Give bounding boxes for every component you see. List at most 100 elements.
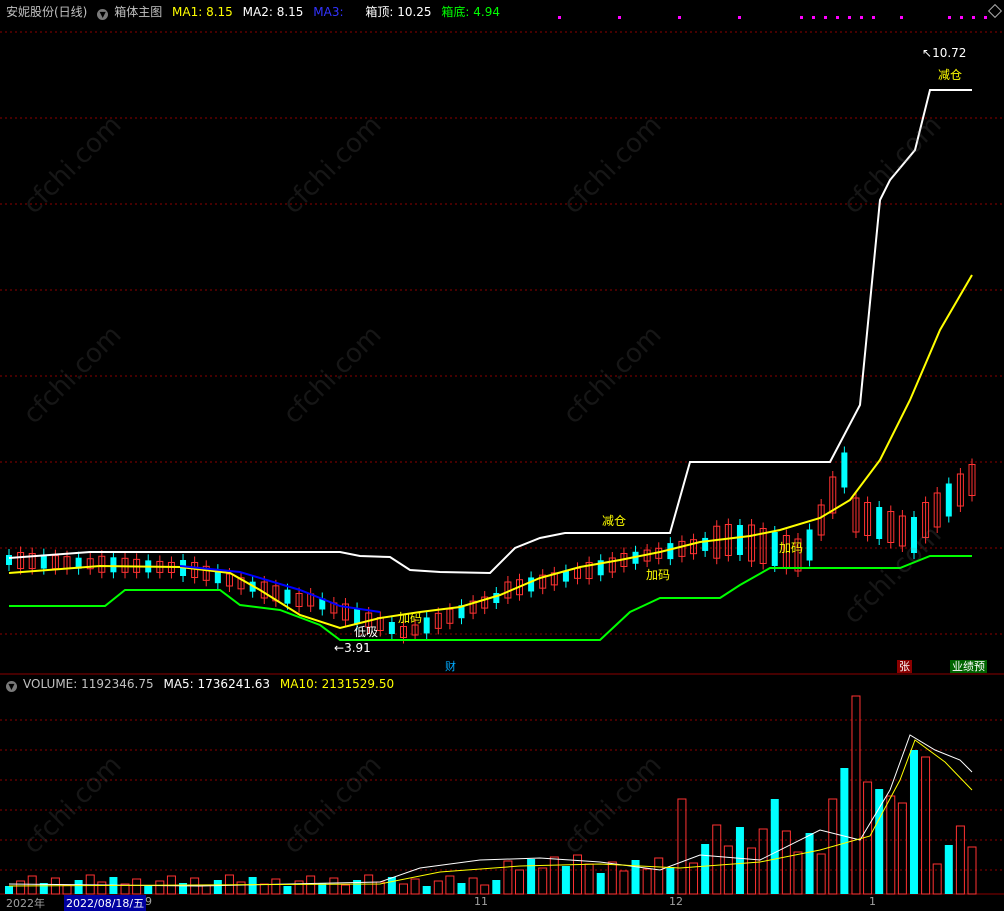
volume-bar xyxy=(340,884,350,895)
volume-bar xyxy=(770,799,779,894)
kline-chart[interactable] xyxy=(0,0,1004,907)
volume-bar xyxy=(410,878,420,895)
volume-bar xyxy=(27,875,37,895)
volume-bar xyxy=(932,863,942,895)
signal-marker xyxy=(972,16,975,19)
candle-body xyxy=(806,529,813,561)
volume-bar xyxy=(909,750,918,894)
earnings-forecast-tag[interactable]: 业绩预 xyxy=(950,660,987,673)
candle-body xyxy=(667,543,674,560)
volume-bar xyxy=(468,877,478,895)
volume-bar xyxy=(549,856,559,895)
reduce-label-mid: 减仓 xyxy=(602,514,627,528)
signal-marker xyxy=(960,16,963,19)
volume-bar xyxy=(840,768,849,894)
signal-marker xyxy=(800,16,803,19)
candle-body xyxy=(945,483,952,517)
candle-body xyxy=(771,532,778,566)
candle-body xyxy=(528,577,535,592)
volume-bar xyxy=(712,824,722,895)
volume-bar xyxy=(875,789,884,894)
signal-marker xyxy=(558,16,561,19)
volume-bar xyxy=(747,847,757,895)
volume-bar xyxy=(701,844,710,894)
candle-body xyxy=(284,589,291,604)
volume-bar xyxy=(944,845,953,894)
volume-bar xyxy=(213,880,222,894)
candle-body xyxy=(354,608,361,624)
volume-bar xyxy=(897,802,907,895)
signal-marker xyxy=(618,16,621,19)
high-price-label: ↖10.72 xyxy=(922,46,967,60)
volume-ma10-line xyxy=(8,739,973,887)
box-bottom-label: 箱底: 4.94 xyxy=(441,5,500,19)
volume-bar xyxy=(631,860,640,894)
signal-marker xyxy=(872,16,875,19)
box-top-label: 箱顶: 10.25 xyxy=(365,5,432,19)
axis-month-9: 9 xyxy=(145,895,152,908)
volume-bar xyxy=(259,883,269,895)
add-label-2: 加码 xyxy=(646,568,671,582)
volume-bar xyxy=(97,881,107,895)
volume-bar xyxy=(503,860,513,895)
volume-bar xyxy=(387,877,396,894)
candle-body xyxy=(40,554,47,569)
signal-marker xyxy=(948,16,951,19)
volume-bar xyxy=(816,853,826,895)
volume-bar xyxy=(433,880,443,895)
candle-body xyxy=(388,622,395,634)
volume-bar xyxy=(921,756,931,895)
signal-marker xyxy=(738,16,741,19)
signal-marker xyxy=(848,16,851,19)
cursor-date-label: 2022/08/18/五 xyxy=(64,895,147,911)
volume-bar xyxy=(480,884,490,895)
volume-dropdown-icon[interactable]: ▼ xyxy=(6,681,17,692)
volume-bar xyxy=(294,880,304,895)
add-label-1: 加码 xyxy=(398,611,423,625)
volume-bar xyxy=(398,883,408,895)
volume-bar xyxy=(283,886,292,894)
main-panel-header: 安妮股份(日线) ▼ 箱体主图 MA1: 8.15 MA2: 8.15 MA3: … xyxy=(6,3,506,20)
volume-bar xyxy=(155,880,165,895)
candle-body xyxy=(702,537,709,551)
axis-year-label: 2022年 xyxy=(6,897,45,910)
volume-bar xyxy=(445,875,455,895)
indicator-dropdown-icon[interactable]: ▼ xyxy=(97,9,109,20)
volume-bar xyxy=(306,875,316,895)
ma-yellow-line xyxy=(8,274,973,630)
volume-bar xyxy=(955,825,965,895)
signal-marker xyxy=(678,16,681,19)
stock-title[interactable]: 安妮股份(日线) xyxy=(6,5,87,19)
volume-bar xyxy=(329,877,339,895)
bottom-buy-label: 低吸 xyxy=(354,625,379,639)
indicator-name[interactable]: 箱体主图 xyxy=(114,5,162,19)
signal-marker xyxy=(860,16,863,19)
candle-body xyxy=(6,555,12,565)
signal-marker xyxy=(900,16,903,19)
low-price-label: ←3.91 xyxy=(334,641,371,655)
signal-marker xyxy=(824,16,827,19)
volume-bar xyxy=(62,884,72,895)
volume-bar xyxy=(642,868,652,895)
volume-ma5: MA5: 1736241.63 xyxy=(163,677,271,691)
volume-bar xyxy=(74,880,83,894)
volume-bar xyxy=(735,827,744,894)
volume-bar xyxy=(584,863,594,895)
axis-month-12: 12 xyxy=(669,895,683,908)
volume-bar xyxy=(561,866,570,894)
rise-tag[interactable]: 张 xyxy=(897,660,912,673)
candle-body xyxy=(423,617,430,634)
volume-bar xyxy=(654,857,664,895)
volume-bar xyxy=(5,886,13,894)
axis-month-1: 1 xyxy=(869,895,876,908)
volume-ma10: MA10: 2131529.50 xyxy=(279,677,395,691)
signal-marker xyxy=(812,16,815,19)
box-top-line xyxy=(8,89,972,575)
volume-bar xyxy=(236,881,246,895)
axis-month-11: 11 xyxy=(474,895,488,908)
volume-bar xyxy=(677,798,687,895)
volume-bar xyxy=(271,878,281,895)
volume-bar xyxy=(527,859,536,894)
financial-report-tag[interactable]: 财 xyxy=(443,660,458,673)
volume-bar xyxy=(16,880,26,895)
